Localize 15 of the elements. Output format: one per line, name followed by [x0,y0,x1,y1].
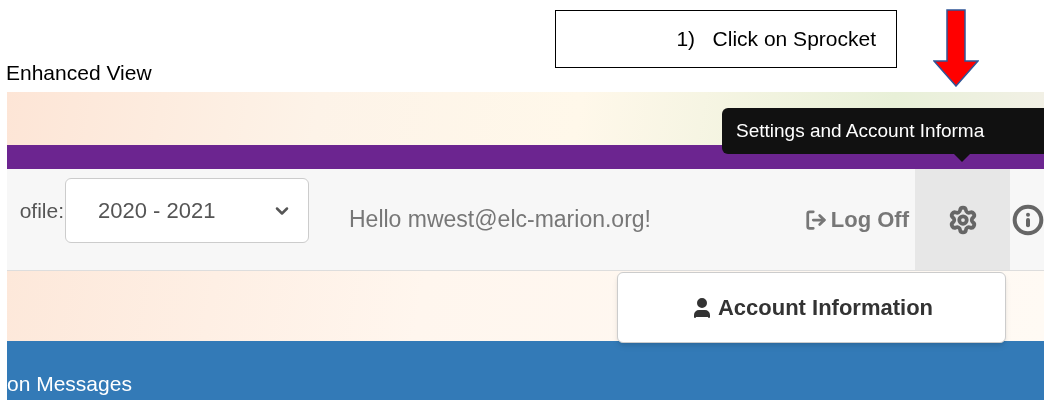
year-select[interactable]: 2020 - 2021 [65,178,309,243]
log-off-link[interactable]: Log Off [804,203,909,236]
profile-label: ofile: [18,197,64,224]
tooltip-pointer [954,154,970,162]
menu-item[interactable]: Account Information [689,291,934,324]
messages-heading: on Messages [7,370,132,397]
callout-box: 1) Click on Sprocket [555,10,897,68]
settings-icon [947,204,978,235]
tooltip: Settings and Account Informa [722,108,1044,154]
settings-button[interactable] [915,169,1010,270]
greeting: Hello mwest@elc-marion.org! [349,205,651,235]
log-off-icon [804,208,827,231]
heading: Enhanced View [6,59,152,86]
info-icon[interactable] [1012,203,1044,236]
arrow-icon [933,9,979,87]
